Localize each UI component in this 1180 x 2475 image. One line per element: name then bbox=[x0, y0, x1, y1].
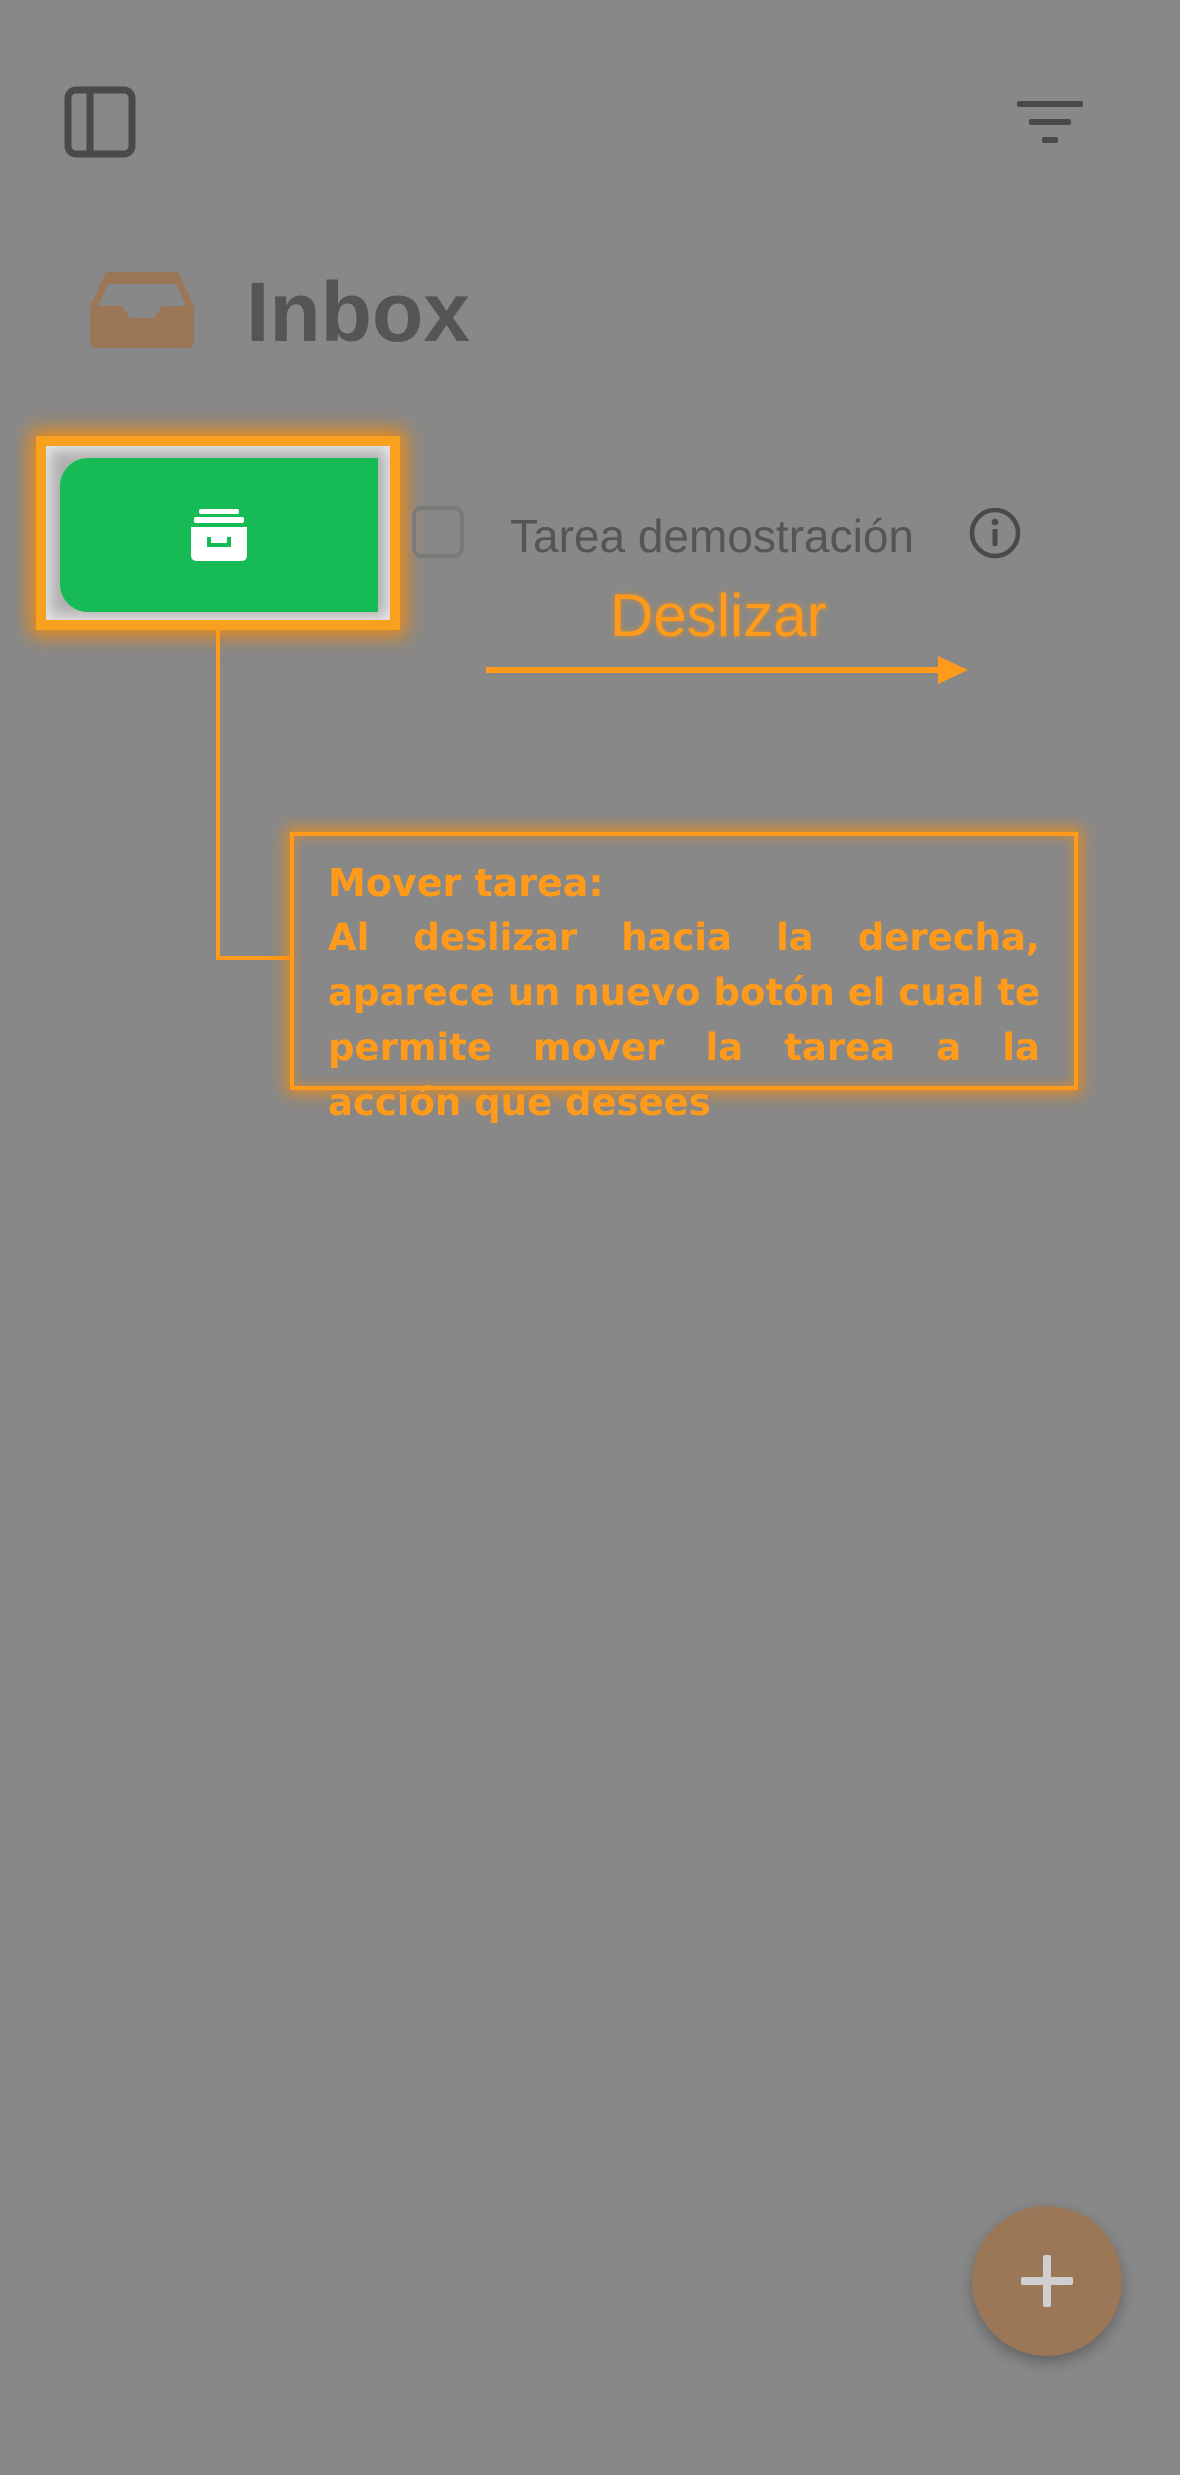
callout-connector-line bbox=[216, 628, 294, 960]
inbox-tray-icon bbox=[90, 272, 194, 348]
filter-button[interactable] bbox=[1010, 92, 1090, 152]
tutorial-callout: Mover tarea: Al deslizar hacia la derech… bbox=[290, 832, 1078, 1124]
callout-body: Al deslizar hacia la derecha, aparece un… bbox=[328, 916, 1040, 1124]
task-checkbox[interactable] bbox=[412, 506, 464, 558]
sidebar-toggle-icon bbox=[64, 86, 136, 158]
task-title[interactable]: Tarea demostración bbox=[510, 508, 914, 564]
swipe-hint-label: Deslizar bbox=[610, 582, 827, 649]
archive-box-icon bbox=[191, 509, 247, 561]
page-title: Inbox bbox=[246, 265, 470, 359]
sidebar-toggle-button[interactable] bbox=[64, 86, 136, 158]
add-task-button[interactable] bbox=[972, 2206, 1122, 2356]
swipe-right-arrow bbox=[486, 656, 968, 684]
move-task-action-button[interactable] bbox=[60, 458, 378, 612]
plus-icon bbox=[1021, 2255, 1073, 2307]
filter-icon bbox=[1017, 101, 1083, 143]
callout-title: Mover tarea: bbox=[328, 861, 604, 905]
info-icon[interactable] bbox=[968, 506, 1022, 560]
